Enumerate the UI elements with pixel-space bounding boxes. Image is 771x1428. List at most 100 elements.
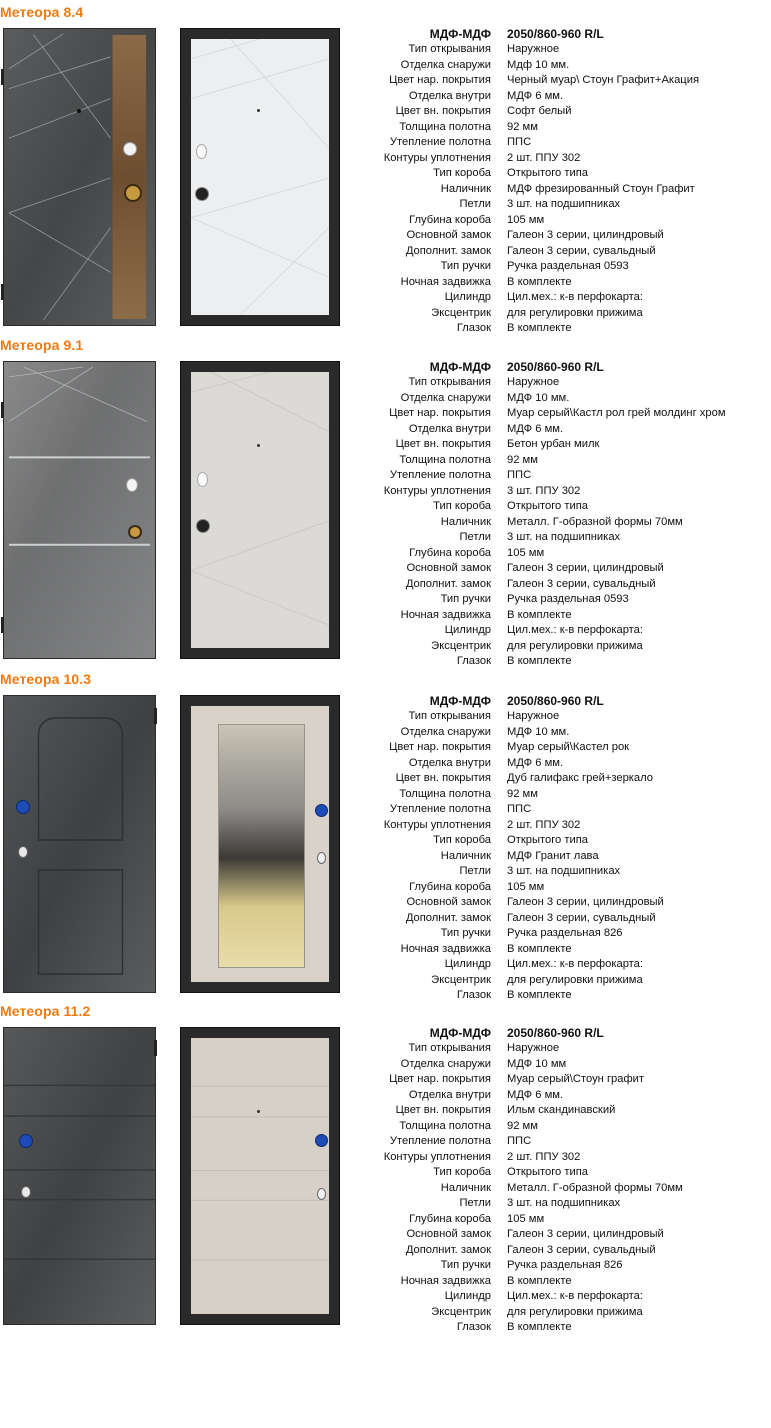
spec-label: Цилиндр	[444, 624, 491, 636]
spec-value: Ручка раздельная 826	[507, 1259, 623, 1271]
spec-row: Ночная задвижка В комплекте	[372, 942, 762, 958]
spec-label: Утепление полотна	[389, 803, 491, 815]
spec-value: Муар серый\Кастел рок	[507, 741, 630, 753]
model-meteora-10-3: Метеора 10.3 МДФ-МДФ 2050/860-960 R/L Ти…	[0, 671, 771, 1006]
spec-row: Утепление полотна ППС	[372, 802, 762, 818]
spec-label: Толщина полотна	[399, 787, 491, 800]
peephole-icon	[77, 109, 81, 113]
spec-value: В комплекте	[507, 608, 572, 621]
spec-row: Эксцентрик для регулировки прижима	[372, 306, 762, 322]
spec-row: Тип короба Открытого типа	[372, 833, 762, 849]
spec-row: Тип открывания Наружное	[372, 42, 762, 58]
spec-label: Цвет нар. покрытия	[389, 74, 491, 86]
spec-label: Основной замок	[406, 229, 491, 241]
door-interior-image	[180, 361, 340, 659]
spec-value: Наружное	[507, 1042, 560, 1054]
cylinder-icon	[18, 846, 28, 858]
spec-row: Цилиндр Цил.мех.: к-в перфокарта:	[372, 290, 762, 306]
spec-label: Дополнит. замок	[405, 911, 491, 924]
spec-value: 92 мм	[507, 453, 538, 466]
spec-label: Глазок	[456, 989, 491, 1001]
spec-value: 2 шт. ППУ 302	[507, 818, 581, 831]
spec-row: Ночная задвижка В комплекте	[372, 275, 762, 291]
spec-label: Цвет нар. покрытия	[389, 741, 491, 753]
spec-label: Тип ручки	[440, 260, 491, 272]
spec-row: Отделка снаружи Мдф 10 мм.	[372, 58, 762, 74]
peephole-icon	[257, 109, 260, 112]
spec-label: Цвет нар. покрытия	[389, 1073, 491, 1085]
spec-label: Контуры уплотнения	[383, 1150, 491, 1163]
spec-value: 3 шт. на подшипниках	[507, 1197, 621, 1209]
handle-icon	[197, 472, 208, 487]
handle-icon	[126, 478, 138, 492]
spec-row: Дополнит. замок Галеон 3 серии, сувальдны…	[372, 911, 762, 927]
spec-label: Тип открывания	[408, 376, 491, 388]
model-meteora-9-1: Метеора 9.1 МДФ-МДФ 2050/860-960 R/L Тип…	[0, 337, 771, 672]
spec-label: Толщина полотна	[399, 453, 491, 466]
spec-label: Цилиндр	[444, 291, 491, 303]
spec-value: Открытого типа	[507, 500, 589, 512]
model-meteora-11-2: Метеора 11.2 МДФ-МДФ 2050/860-960 R/L Ти…	[0, 1003, 771, 1338]
spec-label: Наличник	[440, 1181, 491, 1194]
spec-label: Глубина короба	[409, 880, 491, 893]
spec-row: Цвет вн. покрытия Дуб галифакс грей+зерка…	[372, 771, 762, 787]
spec-value: МДФ 10 мм.	[507, 725, 570, 738]
spec-value: Галеон 3 серии, сувальдный	[507, 577, 656, 590]
spec-value: Ручка раздельная 0593	[507, 260, 629, 272]
spec-label: Глубина короба	[409, 1212, 491, 1225]
spec-label: Отделка снаружи	[400, 391, 491, 404]
spec-row: Цвет вн. покрытия Софт белый	[372, 104, 762, 120]
spec-header: МДФ-МДФ 2050/860-960 R/L	[372, 359, 762, 375]
spec-value: МДФ Гранит лава	[507, 849, 599, 862]
spec-value: В комплекте	[507, 1274, 572, 1287]
spec-value: Металл. Г-образной формы 70мм	[507, 1181, 683, 1194]
spec-header-size: 2050/860-960 R/L	[507, 1026, 604, 1040]
spec-row: Петли 3 шт. на подшипниках	[372, 530, 762, 546]
lock-icon	[195, 187, 209, 201]
spec-row: Глубина короба 105 мм	[372, 213, 762, 229]
spec-label: Тип ручки	[440, 927, 491, 939]
spec-value: 3 шт. ППУ 302	[507, 484, 581, 497]
spec-value: Наружное	[507, 710, 560, 722]
spec-row: Глазок В комплекте	[372, 1320, 762, 1336]
spec-value: Галеон 3 серии, цилиндровый	[507, 1228, 664, 1240]
spec-label: Контуры уплотнения	[383, 484, 491, 497]
spec-row: Основной замок Галеон 3 серии, цилиндровы…	[372, 1227, 762, 1243]
spec-label: Основной замок	[406, 896, 491, 908]
spec-label: Отделка внутри	[408, 89, 491, 102]
spec-row: Наличник МДФ фрезированный Стоун Графит	[372, 182, 762, 198]
spec-table: МДФ-МДФ 2050/860-960 R/L Тип открывания Н…	[372, 1025, 762, 1336]
spec-value: 92 мм	[507, 120, 538, 133]
spec-label: Отделка внутри	[408, 756, 491, 769]
spec-row: Петли 3 шт. на подшипниках	[372, 1196, 762, 1212]
spec-value: Открытого типа	[507, 1166, 589, 1178]
spec-value: Муар серый\Стоун графит	[507, 1073, 645, 1085]
door-exterior-image	[3, 1027, 157, 1325]
spec-label: Дополнит. замок	[405, 1243, 491, 1256]
spec-label: Тип открывания	[408, 710, 491, 722]
spec-row: Глазок В комплекте	[372, 988, 762, 1004]
lock-icon	[315, 804, 328, 817]
spec-row: Тип открывания Наружное	[372, 1041, 762, 1057]
spec-value: В комплекте	[507, 942, 572, 955]
hinge-icon	[154, 1040, 157, 1056]
spec-value: Галеон 3 серии, сувальдный	[507, 911, 656, 924]
spec-row: Тип ручки Ручка раздельная 826	[372, 1258, 762, 1274]
peephole-icon	[257, 1110, 260, 1113]
spec-value: для регулировки прижима	[507, 1305, 643, 1318]
spec-row: Контуры уплотнения 3 шт. ППУ 302	[372, 484, 762, 500]
spec-header-size: 2050/860-960 R/L	[507, 694, 604, 708]
spec-row: Отделка внутри МДФ 6 мм.	[372, 1088, 762, 1104]
spec-row: Глазок В комплекте	[372, 321, 762, 337]
spec-table: МДФ-МДФ 2050/860-960 R/L Тип открывания Н…	[372, 26, 762, 337]
spec-row: Контуры уплотнения 2 шт. ППУ 302	[372, 1150, 762, 1166]
spec-value: 3 шт. на подшипниках	[507, 865, 621, 877]
spec-header: МДФ-МДФ 2050/860-960 R/L	[372, 693, 762, 709]
spec-label: Глубина короба	[409, 213, 491, 226]
spec-row: Отделка внутри МДФ 6 мм.	[372, 756, 762, 772]
spec-row: Глубина короба 105 мм	[372, 1212, 762, 1228]
spec-row: Глазок В комплекте	[372, 654, 762, 670]
spec-label: Цвет вн. покрытия	[395, 438, 491, 450]
spec-label: Петли	[459, 531, 491, 543]
spec-label: Тип короба	[433, 167, 491, 179]
